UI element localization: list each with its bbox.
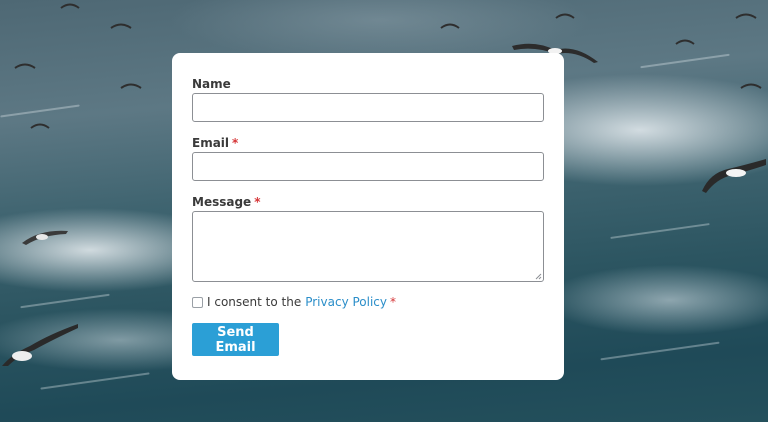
contact-form-card: Name Email * Message * I consent to the Pr… [172, 53, 564, 380]
bird-icon [735, 13, 757, 19]
required-mark: * [232, 136, 239, 150]
name-field[interactable] [192, 93, 544, 122]
email-label: Email * [192, 136, 239, 150]
albatross-icon [2, 324, 78, 366]
bird-icon [110, 23, 132, 29]
bird-icon [555, 13, 575, 19]
bird-icon [675, 39, 695, 45]
required-mark: * [390, 295, 396, 309]
consent-text: I consent to the [207, 295, 302, 309]
bird-icon [60, 3, 80, 9]
required-mark: * [254, 195, 261, 209]
message-label: Message * [192, 195, 261, 209]
consent-row: I consent to the Privacy Policy * [192, 295, 396, 309]
bird-icon [120, 83, 142, 89]
bird-icon [30, 123, 50, 129]
consent-checkbox[interactable] [192, 296, 203, 308]
email-field[interactable] [192, 152, 544, 181]
bird-icon [14, 63, 36, 69]
message-textarea[interactable] [192, 211, 544, 282]
albatross-icon [702, 159, 766, 193]
name-label: Name [192, 77, 231, 91]
privacy-policy-link[interactable]: Privacy Policy [305, 295, 387, 309]
bird-icon [740, 83, 762, 89]
bird-icon [440, 23, 460, 29]
send-email-button[interactable]: Send Email [192, 323, 279, 356]
albatross-icon [22, 230, 68, 245]
resize-grip-icon[interactable] [535, 273, 542, 280]
